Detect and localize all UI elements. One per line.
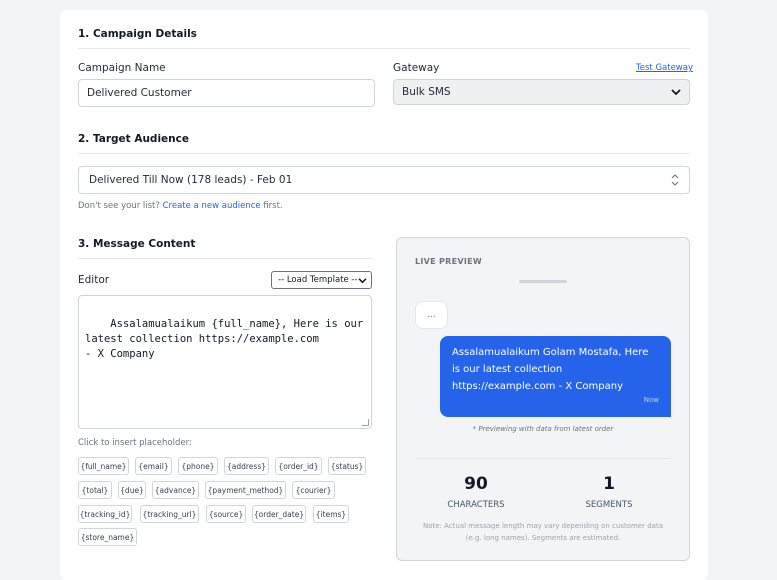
live-preview-panel: LIVE PREVIEW ... Assalamualaikum Golam M…: [396, 237, 690, 561]
segments-label: SEGMENTS: [585, 500, 633, 510]
audience-hint-suffix: first.: [263, 201, 283, 211]
audience-hint: Don't see your list? Create a new audien…: [78, 201, 283, 211]
placeholder-chip[interactable]: {payment_method}: [205, 481, 286, 499]
phone-notch: [519, 280, 567, 283]
stats-divider: [415, 458, 671, 459]
placeholder-chip[interactable]: {order_date}: [252, 505, 306, 523]
gateway-select-value: Bulk SMS: [402, 86, 451, 98]
message-time: Now: [643, 396, 659, 404]
campaign-name-input[interactable]: Delivered Customer: [78, 79, 375, 107]
placeholder-chip[interactable]: {total}: [78, 481, 112, 499]
placeholder-chip[interactable]: {advance}: [152, 481, 199, 499]
placeholder-chip[interactable]: {source}: [206, 505, 246, 523]
length-disclaimer: Note: Actual message length may vary dep…: [422, 522, 663, 542]
chevron-down-icon: [671, 89, 681, 96]
message-preview-bubble: Assalamualaikum Golam Mostafa, Here is o…: [440, 336, 671, 417]
gateway-label: Gateway: [393, 62, 440, 74]
characters-count: 90: [464, 474, 488, 494]
campaign-details-title: 1. Campaign Details: [78, 28, 197, 40]
message-editor-text: Assalamualaikum {full_name}, Here is our…: [85, 318, 364, 360]
create-audience-link[interactable]: Create a new audience: [163, 201, 261, 211]
placeholder-hint: Click to insert placeholder:: [78, 438, 192, 448]
chevron-down-icon: [358, 277, 367, 283]
audience-hint-prefix: Don't see your list?: [78, 201, 160, 211]
message-editor[interactable]: Assalamualaikum {full_name}, Here is our…: [78, 295, 372, 429]
placeholder-chip[interactable]: {tracking_url}: [140, 505, 199, 523]
resize-handle[interactable]: [362, 419, 369, 426]
typing-indicator: ...: [415, 301, 448, 329]
live-preview-title: LIVE PREVIEW: [415, 257, 483, 266]
segments-count: 1: [603, 474, 615, 494]
section-divider: [78, 258, 372, 259]
preview-note: * Previewing with data from latest order: [472, 425, 614, 433]
section-divider: [78, 153, 690, 154]
gateway-select[interactable]: Bulk SMS: [393, 79, 690, 105]
audience-select[interactable]: Delivered Till Now (178 leads) - Feb 01: [78, 166, 690, 194]
editor-label: Editor: [78, 274, 110, 286]
campaign-form-card: 1. Campaign Details Campaign Name Delive…: [60, 10, 708, 580]
placeholder-chip[interactable]: {address}: [224, 457, 269, 475]
message-preview-text: Assalamualaikum Golam Mostafa, Here is o…: [452, 347, 649, 392]
placeholder-chip[interactable]: {full_name}: [78, 457, 129, 475]
load-template-value: -- Load Template --: [278, 275, 358, 285]
placeholder-chip[interactable]: {items}: [313, 505, 349, 523]
load-template-select[interactable]: -- Load Template --: [271, 271, 372, 289]
target-audience-title: 2. Target Audience: [78, 133, 189, 145]
message-content-title: 3. Message Content: [78, 238, 196, 250]
placeholder-chip[interactable]: {status}: [328, 457, 366, 475]
section-divider: [78, 48, 690, 49]
placeholder-chip[interactable]: {email}: [135, 457, 172, 475]
audience-select-value: Delivered Till Now (178 leads) - Feb 01: [89, 174, 293, 186]
test-gateway-link[interactable]: Test Gateway: [636, 63, 693, 73]
placeholder-chip[interactable]: {due}: [118, 481, 146, 499]
placeholder-chip[interactable]: {courier}: [292, 481, 335, 499]
placeholder-chip[interactable]: {tracking_id}: [78, 505, 132, 523]
characters-label: CHARACTERS: [447, 500, 505, 510]
campaign-name-label: Campaign Name: [78, 62, 166, 74]
updown-chevron-icon: [671, 174, 679, 186]
placeholder-chip[interactable]: {order_id}: [275, 457, 322, 475]
placeholder-chip[interactable]: {phone}: [178, 457, 218, 475]
placeholder-chip[interactable]: {store_name}: [78, 528, 137, 546]
